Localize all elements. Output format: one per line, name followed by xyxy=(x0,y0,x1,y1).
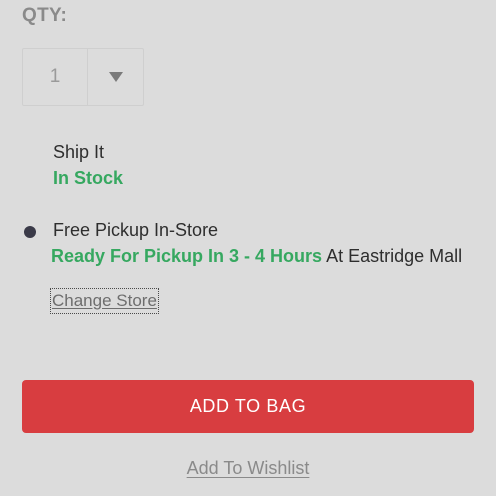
ship-it-option[interactable]: Ship It In Stock xyxy=(0,140,496,196)
ship-it-stock-status: In Stock xyxy=(53,168,124,188)
pickup-title: Free Pickup In-Store xyxy=(53,220,219,240)
quantity-label: QTY: xyxy=(22,5,68,26)
add-to-bag-button[interactable]: ADD TO BAG xyxy=(22,380,474,433)
pickup-ready-text: Ready For Pickup In 3 - 4 Hours xyxy=(51,246,323,266)
change-store-link[interactable]: Change Store xyxy=(50,288,159,314)
pickup-in-store-option[interactable]: Free Pickup In-Store Ready For Pickup In… xyxy=(0,218,496,270)
quantity-selector[interactable]: 1 xyxy=(22,48,144,106)
pickup-radio-selected[interactable] xyxy=(24,226,36,238)
pickup-availability: Ready For Pickup In 3 - 4 Hours At Eastr… xyxy=(51,246,462,267)
quantity-dropdown-button[interactable] xyxy=(88,49,143,105)
product-purchase-panel: QTY: 1 Ship It In Stock Free Pickup In-S… xyxy=(0,0,496,496)
add-to-wishlist-link[interactable]: Add To Wishlist xyxy=(0,458,496,479)
quantity-value[interactable]: 1 xyxy=(23,49,88,105)
ship-it-title: Ship It xyxy=(53,142,105,162)
pickup-location-text: At Eastridge Mall xyxy=(326,246,463,266)
chevron-down-icon xyxy=(108,72,123,82)
